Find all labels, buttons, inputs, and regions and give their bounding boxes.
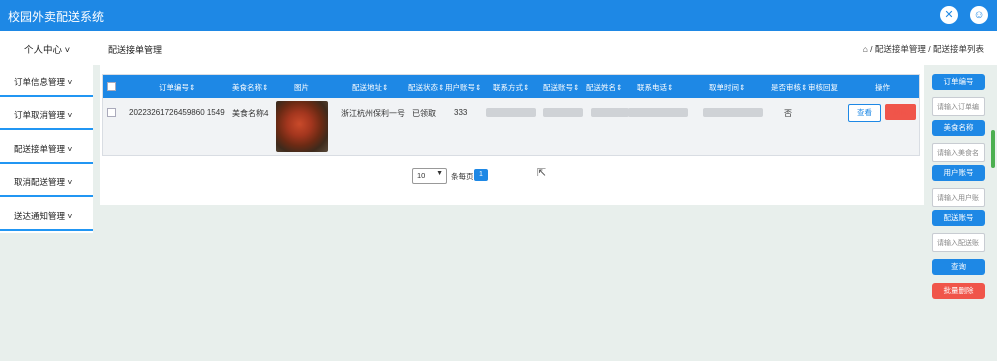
cell-reviewed: 否	[784, 109, 792, 118]
delivery-account-label-button[interactable]: 配送账号	[932, 210, 985, 226]
sidebar: 订单信息管理 ˅ 订单取消管理 ˅ 配送接单管理 ˅ 取消配送管理 ˅ 送达通知…	[0, 65, 93, 233]
sidebar-item-delivery-cancel[interactable]: 取消配送管理 ˅	[0, 165, 93, 197]
sidebar-item-delivery-notice[interactable]: 送达通知管理 ˅	[0, 199, 93, 231]
sidebar-item-order-info[interactable]: 订单信息管理 ˅	[0, 65, 93, 97]
header-phone[interactable]: 联系电话⇕	[637, 82, 673, 93]
food-image	[276, 101, 328, 152]
app-title: 校园外卖配送系统	[8, 10, 105, 24]
sub-header: 个人中心 ˅ 配送接单管理 ⌂ / 配送接单管理 / 配送接单列表	[0, 31, 997, 65]
header-delivery-name[interactable]: 配送姓名⇕	[586, 82, 622, 93]
food-name-label-button[interactable]: 美食名称	[932, 120, 985, 136]
user-account-input[interactable]: 请输入用户账	[932, 188, 985, 207]
scrollbar[interactable]	[991, 130, 995, 168]
delete-button[interactable]: 删除	[885, 104, 916, 120]
breadcrumb: ⌂ / 配送接单管理 / 配送接单列表	[862, 44, 984, 54]
cell-delivery-account-redacted	[543, 108, 583, 117]
page-size-select[interactable]: 10 ▼	[412, 168, 447, 184]
header-image: 图片	[294, 83, 309, 92]
sidebar-item-delivery-accept[interactable]: 配送接单管理 ˅	[0, 132, 93, 164]
header-user-account[interactable]: 用户账号⇕	[445, 82, 481, 93]
batch-delete-button[interactable]: 批量删除	[932, 283, 985, 299]
chevron-down-icon: ▼	[436, 170, 443, 177]
per-page-label: 条每页	[451, 172, 474, 181]
cell-user-account: 333	[454, 108, 468, 117]
header-contact[interactable]: 联系方式⇕	[493, 82, 529, 93]
food-name-input[interactable]: 请输入美食名	[932, 143, 985, 162]
settings-icon[interactable]: ✕	[940, 6, 958, 24]
header-pickup-time[interactable]: 取单时间⇕	[709, 82, 745, 93]
cell-status: 已领取	[412, 109, 436, 118]
delivery-account-input[interactable]: 请输入配送账	[932, 233, 985, 252]
cell-order-no: 20223261726459860 1549	[129, 108, 225, 117]
cell-pickup-time-redacted	[703, 108, 763, 117]
order-no-input[interactable]: 请输入订单编	[932, 97, 985, 116]
user-icon[interactable]: ☺	[970, 6, 988, 24]
header-status[interactable]: 配送状态⇕	[408, 82, 444, 93]
header-actions: 操作	[875, 83, 890, 92]
user-center-menu[interactable]: 个人中心 ˅	[24, 42, 70, 56]
sidebar-item-label: 送达通知管理 ˅	[14, 211, 73, 221]
sidebar-item-order-cancel[interactable]: 订单取消管理 ˅	[0, 98, 93, 130]
row-checkbox[interactable]	[107, 108, 116, 117]
page-number-button[interactable]: 1	[474, 169, 488, 181]
view-button[interactable]: 查看	[848, 104, 881, 122]
cell-address: 浙江杭州保利一号	[341, 109, 405, 118]
user-account-label-button[interactable]: 用户账号	[932, 165, 985, 181]
table-header: 订单编号⇕ 美食名称⇕ 图片 配送地址⇕ 配送状态⇕ 用户账号⇕ 联系方式⇕ 配…	[103, 75, 919, 98]
cell-phone-redacted	[628, 108, 688, 117]
cell-contact-redacted	[486, 108, 536, 117]
header-address[interactable]: 配送地址⇕	[352, 82, 388, 93]
header-order-no[interactable]: 订单编号⇕	[159, 82, 195, 93]
order-no-label-button[interactable]: 订单编号	[932, 74, 985, 90]
select-all-checkbox[interactable]	[107, 82, 116, 91]
cell-food-name: 美食名称4	[232, 109, 269, 118]
header-review-reply: 审核回复	[808, 83, 838, 92]
sidebar-item-label: 配送接单管理 ˅	[14, 144, 73, 154]
sidebar-item-label: 订单信息管理 ˅	[14, 77, 73, 87]
mouse-cursor-icon: ⇱	[537, 167, 547, 179]
page-size-value: 10	[417, 171, 426, 180]
cell-delivery-name-redacted	[591, 108, 629, 117]
header-food-name[interactable]: 美食名称⇕	[232, 82, 268, 93]
data-table: 订单编号⇕ 美食名称⇕ 图片 配送地址⇕ 配送状态⇕ 用户账号⇕ 联系方式⇕ 配…	[102, 74, 920, 156]
sidebar-item-label: 取消配送管理 ˅	[14, 177, 73, 187]
sidebar-item-label: 订单取消管理 ˅	[14, 110, 73, 120]
page-title: 配送接单管理	[108, 45, 163, 55]
header-reviewed[interactable]: 是否审核⇕	[771, 82, 807, 93]
header-delivery-account[interactable]: 配送账号⇕	[543, 82, 579, 93]
top-bar: 校园外卖配送系统 ✕ ☺	[0, 0, 997, 31]
search-button[interactable]: 查询	[932, 259, 985, 275]
